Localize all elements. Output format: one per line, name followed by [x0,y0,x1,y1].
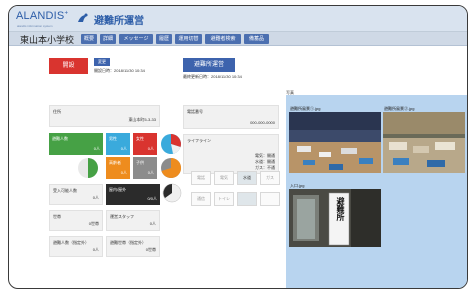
evacuees-pie-chart [78,158,98,178]
address-value: 東山本町5-3-33 [128,117,156,122]
household-unassigned-label: 避難世帯（指定外） [110,240,146,245]
staff-value: 0人 [149,221,156,226]
tab-detail[interactable]: 詳細 [100,34,116,44]
household-label: 世帯 [53,214,61,219]
household-value: 0世帯 [88,221,99,226]
open-datetime: 開設日時：2018/11/30 10:34 [94,68,145,73]
capacity-value: 0人 [92,195,99,200]
status-cell-water: 水道 [237,171,257,185]
photo-gym-1[interactable] [289,112,381,173]
staff-count-value: 0人 [92,247,99,252]
children-value: 0人 [147,170,154,175]
staff-count-label: 避難人数（指定外） [53,240,89,245]
change-button[interactable]: 変更 [94,58,110,66]
staff-count-card: 避難人数（指定外） 0人 [49,236,103,257]
evacuees-card: 避難人数 0人 [49,133,103,155]
gender-pie-chart [161,134,181,154]
address-card: 住所 東山本町5-3-33 [49,105,160,127]
address-label: 住所 [53,109,61,114]
capacity-card: 受入可能人数 0人 [49,184,103,205]
tab-message[interactable]: メッセージ [119,34,153,44]
household-card: 世帯 0世帯 [49,210,103,231]
hall-scene-image [383,112,465,173]
female-label: 女性 [136,136,144,141]
app-window: ALANDIS+ alandis information system 避難所運… [8,5,468,289]
tab-mode-switch[interactable]: 運用切替 [175,34,202,44]
nav-bar: 東山本小学校 概要 詳細 メッセージ 履歴 運用切替 避難者検索 備蓄品 [9,32,467,46]
capacity-label: 受入可能人数 [53,188,77,193]
status-cell-toilet: トイレ [214,192,234,206]
phone-label: 電話番号 [187,109,203,114]
female-value: 0人 [147,146,154,151]
staff-card: 運営スタッフ 0人 [106,210,160,231]
elderly-label: 高齢者 [109,160,121,165]
indoor-outdoor-card: 屋内/屋外 0/0人 [106,184,160,205]
status-cell-gas: ガス [260,171,280,185]
shelter-sign: 避難所 [336,197,345,221]
tab-stockpile[interactable]: 備蓄品 [244,34,269,44]
app-title: 避難所運営 [94,16,144,27]
brand-logo[interactable]: ALANDIS+ [16,10,68,22]
status-cell-electric: 電気 [214,171,234,185]
tab-overview[interactable]: 概要 [81,34,97,44]
photo-panel: 避難所風景①.jpg 避難所風景②.jpg 入口.jpg 避難所 [286,95,467,288]
status-cell-network: 通信 [191,192,211,206]
indoor-outdoor-label: 屋内/屋外 [109,187,127,192]
evacuees-value: 0人 [93,146,100,151]
female-card: 女性 0人 [133,133,157,155]
gym-scene-image [289,112,381,173]
operation-datetime: 最終更新日時：2018/11/30 10:34 [183,74,242,79]
children-label: 子供 [136,160,144,165]
tab-history[interactable]: 履歴 [156,34,172,44]
children-card: 子供 0人 [133,157,157,179]
staff-label: 運営スタッフ [110,214,134,219]
male-value: 0人 [120,146,127,151]
photo-entrance[interactable]: 避難所 [289,189,381,247]
school-name: 東山本小学校 [20,35,75,45]
operation-button[interactable]: 避難所運営 [183,58,235,72]
household-unassigned-value: 0世帯 [145,247,156,252]
photo-gym-2[interactable] [383,112,465,173]
age-pie-chart [161,157,182,178]
app-header: ALANDIS+ alandis information system 避難所運… [9,6,467,32]
phone-card: 電話番号 000-000-0000 [183,105,279,129]
brand-tagline: alandis information system [17,24,53,28]
male-card: 男性 0人 [106,133,130,155]
status-cell-blank-1 [237,192,257,206]
status-cell-phone: 電話 [191,171,211,185]
elderly-card: 高齢者 0人 [106,157,130,179]
indoor-outdoor-value: 0/0人 [147,196,157,201]
lifeline-card: ライフライン 電気：開通 水道：開通 ガス：不通 [183,134,279,174]
shelter-logo-icon [78,13,88,22]
indoor-pie-chart [162,183,182,203]
status-cell-blank-2 [260,192,280,206]
evacuees-label: 避難人数 [52,136,68,141]
tab-evacuee-search[interactable]: 避難者検索 [205,34,241,44]
elderly-value: 0人 [120,170,127,175]
male-label: 男性 [109,136,117,141]
open-status-button[interactable]: 開設 [49,58,88,74]
phone-value: 000-000-0000 [250,120,275,125]
lifeline-label: ライフライン [187,138,211,143]
household-unassigned-card: 避難世帯（指定外） 0世帯 [106,236,160,257]
